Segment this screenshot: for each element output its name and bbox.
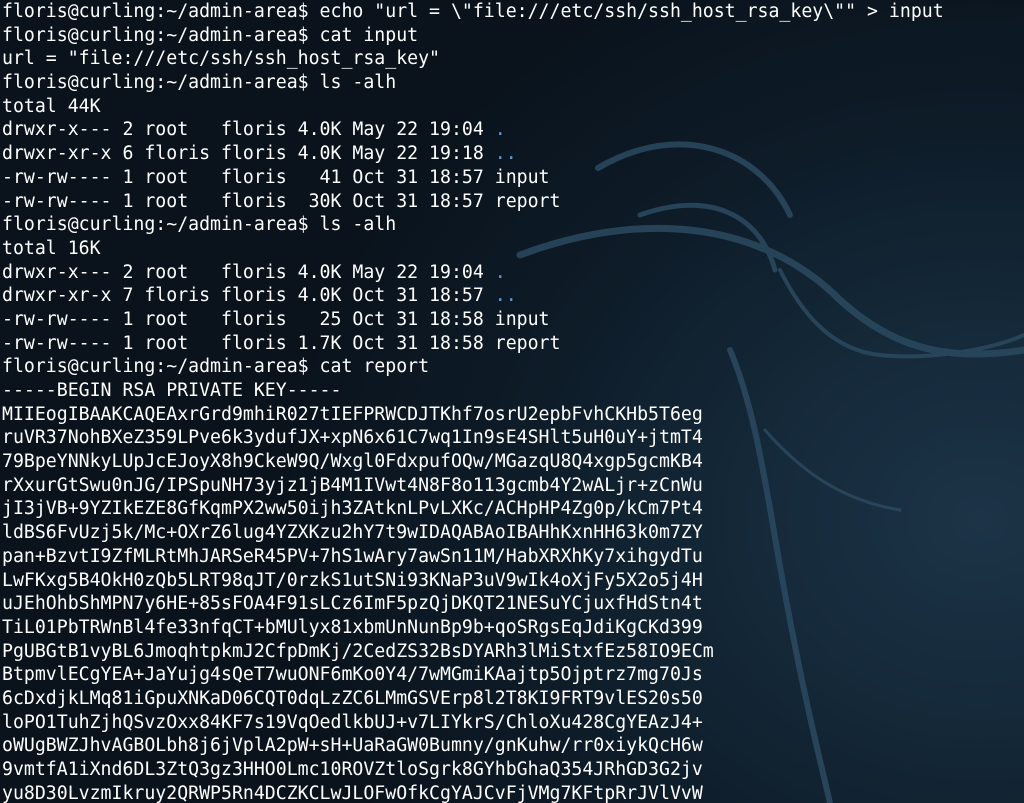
terminal-line: LwFKxg5B4OkH0zQb5LRT98qJT/0rzkS1utSNi93K… [2,569,703,591]
terminal-line: drwxr-xr-x 6 floris floris 4.0K May 22 1… [2,142,1024,166]
terminal-line: 79BpeYNNkyLUpJcEJoyX8h9CkeW9Q/Wxgl0Fdxpu… [2,451,703,473]
terminal-line: -rw-rw---- 1 root floris 30K Oct 31 18:5… [2,190,561,212]
terminal-line: BtpmvlECgYEA+JaYujg4sQeT7wuONF6mKo0Y4/7w… [2,664,703,686]
terminal-line: drwxr-x--- 2 root floris 4.0K May 22 19:… [2,118,1024,142]
directory-name: . [494,119,506,141]
terminal-output[interactable]: floris@curling:~/admin-area$ echo "url =… [2,0,1024,803]
directory-name: .. [494,143,517,165]
directory-name: .. [494,285,517,307]
terminal-line: pan+BzvtI9ZfMLRtMhJARSeR45PV+7hS1wAry7aw… [2,545,703,567]
listing-entry: drwxr-x--- 2 root floris 4.0K May 22 19:… [2,119,495,141]
terminal-line: jI3jVB+9YZIkEZE8GfKqmPX2ww50ijh3ZAtknLPv… [2,498,703,520]
listing-entry: drwxr-xr-x 7 floris floris 4.0K Oct 31 1… [2,285,495,307]
terminal-line: TiL01PbTRWnBl4fe33nfqCT+bMUlyx81xbmUnNun… [2,616,703,638]
terminal-line: url = "file:///etc/ssh/ssh_host_rsa_key" [2,48,440,70]
directory-name: . [494,261,506,283]
listing-entry: drwxr-xr-x 6 floris floris 4.0K May 22 1… [2,143,495,165]
terminal-line: -rw-rw---- 1 root floris 1.7K Oct 31 18:… [2,332,561,354]
terminal-line: floris@curling:~/admin-area$ ls -alh [2,214,397,236]
terminal-line: PgUBGtB1vyBL6JmoqhtpkmJ2CfpDmKj/2CedZS32… [2,640,714,662]
terminal-line: yu8D30LvzmIkruy2QRWP5Rn4DCZKCLwJLOFwOfkC… [2,782,703,803]
terminal-line: total 44K [2,95,101,117]
terminal-line: floris@curling:~/admin-area$ echo "url =… [2,1,944,22]
terminal-line: MIIEogIBAAKCAQEAxrGrd9mhiR027tIEFPRWCDJT… [2,403,703,425]
terminal-line: -----BEGIN RSA PRIVATE KEY----- [2,380,342,401]
terminal-line: rXxurGtSwu0nJG/IPSpuNH73yjz1jB4M1IVwt4N8… [2,474,703,496]
terminal-line: drwxr-x--- 2 root floris 4.0K May 22 19:… [2,261,1024,285]
terminal-line: total 16K [2,237,101,259]
terminal-line: floris@curling:~/admin-area$ cat report [2,356,430,378]
terminal-line: 9vmtfA1iXnd6DL3ZtQ3gz3HHO0Lmc10ROVZtloSg… [2,759,703,780]
listing-entry: drwxr-x--- 2 root floris 4.0K May 22 19:… [2,261,495,283]
terminal-line: floris@curling:~/admin-area$ cat input [2,24,419,46]
terminal-line: ruVR37NohBXeZ359LPve6k3ydufJX+xpN6x61C7w… [2,427,703,449]
terminal-line: uJEhOhbShMPN7y6HE+85sFOA4F91sLCz6ImF5pzQ… [2,593,703,615]
terminal-line: drwxr-xr-x 7 floris floris 4.0K Oct 31 1… [2,284,1024,308]
terminal-line: floris@curling:~/admin-area$ ls -alh [2,72,397,94]
terminal-line: ldBS6FvUzj5k/Mc+OXrZ6lug4YZXKzu2hY7t9wID… [2,522,703,544]
terminal-line: oWUgBWZJhvAGBOLbh8j6jVplA2pW+sH+UaRaGW0B… [2,735,703,757]
terminal-line: -rw-rw---- 1 root floris 25 Oct 31 18:58… [2,308,550,330]
terminal-line: 6cDxdjkLMq81iGpuXNKaD06CQT0dqLzZC6LMmGSV… [2,687,703,709]
terminal-line: loPO1TuhZjhQSvzOxx84KF7s19VqOedlkbUJ+v7L… [2,711,703,733]
terminal-line: -rw-rw---- 1 root floris 41 Oct 31 18:57… [2,166,550,188]
